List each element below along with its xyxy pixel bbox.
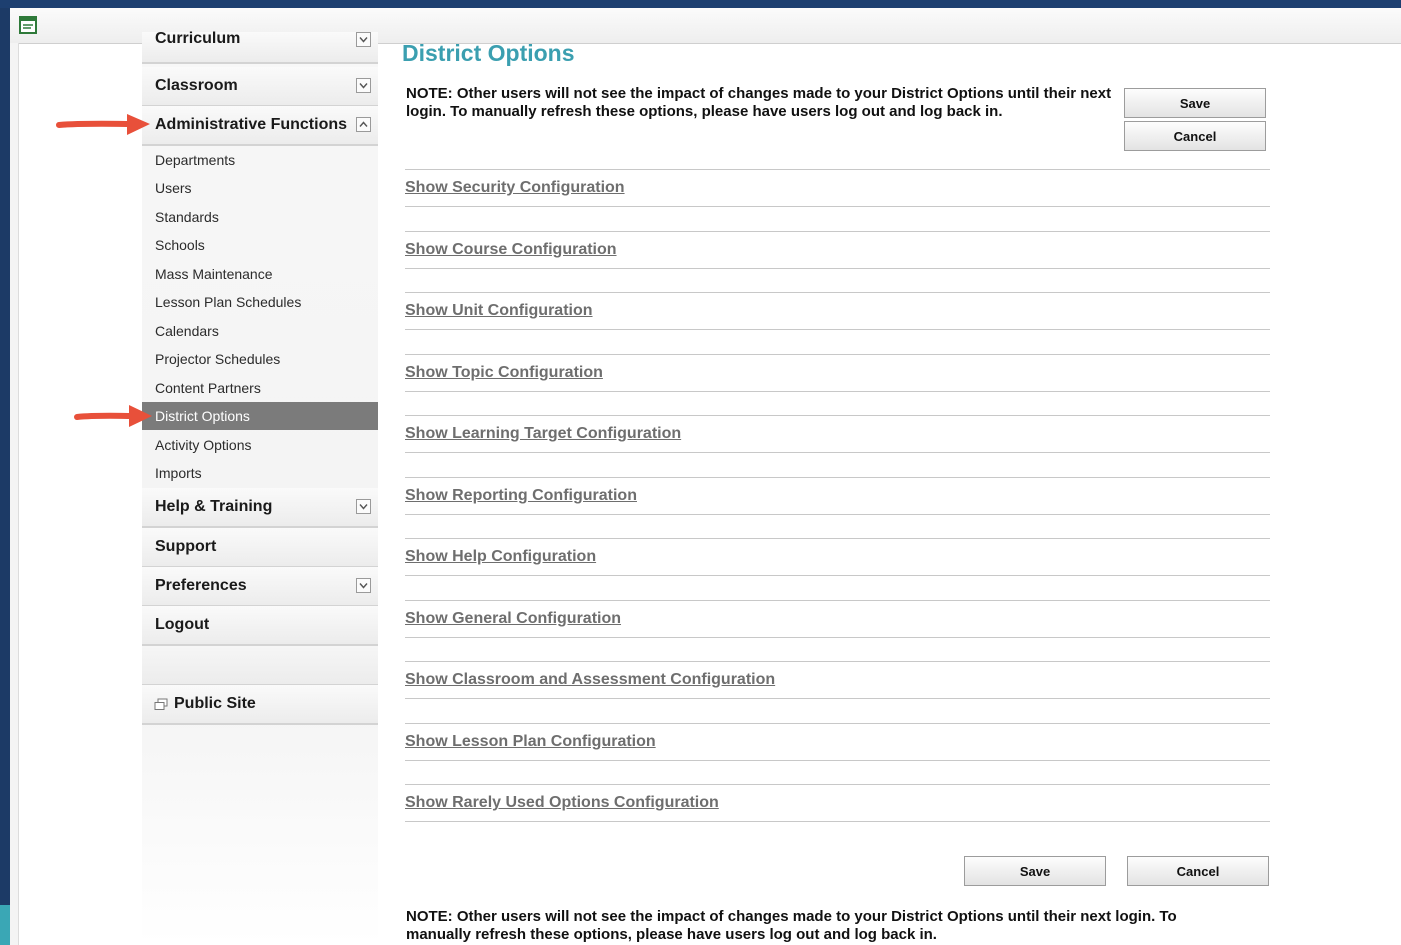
arrow-annotation-icon: [74, 405, 152, 427]
section-lesson-plan: Show Lesson Plan Configuration: [405, 723, 1270, 761]
sidebar-item-label: Public Site: [174, 695, 256, 712]
sidebar-item-label: Preferences: [155, 577, 247, 594]
external-window-icon: [154, 698, 168, 710]
sidebar-item-label: Support: [155, 538, 217, 555]
sidebar-item-logout[interactable]: Logout: [142, 606, 378, 646]
section-topic: Show Topic Configuration: [405, 354, 1270, 392]
sidebar-subitem-projector-schedules[interactable]: Projector Schedules: [142, 345, 378, 373]
chevron-down-icon[interactable]: [356, 78, 371, 93]
section-security: Show Security Configuration: [405, 169, 1270, 207]
app-window-icon: [19, 16, 37, 34]
left-frame-edge: [10, 43, 19, 945]
sidebar-subitem-content-partners[interactable]: Content Partners: [142, 374, 378, 402]
sidebar-subitem-departments[interactable]: Departments: [142, 146, 378, 174]
save-button[interactable]: Save: [1124, 88, 1266, 118]
sidebar-subitem-district-options[interactable]: District Options: [142, 402, 378, 430]
sidebar-subitem-activity-options[interactable]: Activity Options: [142, 431, 378, 459]
sidebar-item-label: Logout: [155, 616, 210, 633]
show-general-link[interactable]: Show General Configuration: [405, 610, 621, 628]
page-title: District Options: [402, 40, 575, 66]
save-button-bottom[interactable]: Save: [964, 856, 1106, 886]
section-general: Show General Configuration: [405, 600, 1270, 638]
cancel-button-bottom[interactable]: Cancel: [1127, 856, 1269, 886]
section-reporting: Show Reporting Configuration: [405, 477, 1270, 515]
arrow-annotation-icon: [56, 114, 150, 135]
chevron-down-icon[interactable]: [356, 32, 371, 47]
sidebar-subitem-imports[interactable]: Imports: [142, 459, 378, 487]
sidebar: Curriculum Classroom Administrative Func…: [142, 30, 378, 945]
sidebar-subitem-label: Lesson Plan Schedules: [155, 294, 302, 310]
sidebar-subitem-label: Calendars: [155, 323, 219, 339]
desktop-band: [0, 0, 1401, 8]
note-top: NOTE: Other users will not see the impac…: [406, 85, 1112, 120]
show-reporting-link[interactable]: Show Reporting Configuration: [405, 487, 637, 505]
sidebar-subitem-users[interactable]: Users: [142, 174, 378, 202]
sidebar-subitem-schools[interactable]: Schools: [142, 231, 378, 259]
sidebar-item-label: Administrative Functions: [155, 116, 348, 133]
section-help: Show Help Configuration: [405, 538, 1270, 576]
sidebar-item-label: Classroom: [155, 77, 238, 94]
show-security-link[interactable]: Show Security Configuration: [405, 179, 625, 197]
sidebar-subitem-label: Projector Schedules: [155, 351, 281, 367]
sidebar-subitem-label: Activity Options: [155, 437, 252, 453]
sidebar-subitem-label: Content Partners: [155, 380, 261, 396]
sidebar-spacer: [142, 646, 378, 686]
section-learning-target: Show Learning Target Configuration: [405, 415, 1270, 453]
section-classroom-assessment: Show Classroom and Assessment Configurat…: [405, 661, 1270, 699]
sidebar-subitem-mass-maintenance[interactable]: Mass Maintenance: [142, 260, 378, 288]
chevron-down-icon[interactable]: [356, 499, 371, 514]
chevron-down-icon[interactable]: [356, 578, 371, 593]
sidebar-item-classroom[interactable]: Classroom: [142, 67, 378, 107]
sidebar-item-curriculum[interactable]: Curriculum: [142, 30, 378, 64]
sidebar-item-label: Curriculum: [155, 30, 241, 47]
sidebar-subitem-label: District Options: [155, 408, 250, 424]
sidebar-subitem-label: Users: [155, 180, 192, 196]
sidebar-subitem-lesson-plan-schedules[interactable]: Lesson Plan Schedules: [142, 288, 378, 316]
show-learning-target-link[interactable]: Show Learning Target Configuration: [405, 425, 681, 443]
sidebar-subitem-standards[interactable]: Standards: [142, 203, 378, 231]
sidebar-subitem-label: Standards: [155, 209, 219, 225]
show-classroom-assessment-link[interactable]: Show Classroom and Assessment Configurat…: [405, 671, 775, 689]
show-unit-link[interactable]: Show Unit Configuration: [405, 302, 593, 320]
sidebar-subitem-label: Schools: [155, 237, 205, 253]
sidebar-item-label: Help & Training: [155, 498, 273, 515]
note-bottom: NOTE: Other users will not see the impac…: [406, 908, 1177, 943]
sidebar-item-help-training[interactable]: Help & Training: [142, 488, 378, 528]
sidebar-item-preferences[interactable]: Preferences: [142, 567, 378, 607]
sidebar-item-support[interactable]: Support: [142, 528, 378, 568]
show-help-link[interactable]: Show Help Configuration: [405, 548, 596, 566]
chevron-up-icon[interactable]: [356, 117, 371, 132]
desktop-accent: [0, 905, 10, 945]
show-topic-link[interactable]: Show Topic Configuration: [405, 364, 603, 382]
sidebar-subitem-calendars[interactable]: Calendars: [142, 317, 378, 345]
sidebar-subitem-label: Mass Maintenance: [155, 266, 273, 282]
sidebar-subitem-label: Imports: [155, 465, 202, 481]
show-course-link[interactable]: Show Course Configuration: [405, 241, 617, 259]
sidebar-item-administrative-functions[interactable]: Administrative Functions: [142, 106, 378, 146]
section-course: Show Course Configuration: [405, 231, 1270, 269]
sidebar-item-public-site[interactable]: Public Site: [142, 685, 378, 725]
show-rarely-used-link[interactable]: Show Rarely Used Options Configuration: [405, 794, 719, 812]
section-rarely-used: Show Rarely Used Options Configuration: [405, 784, 1270, 822]
sidebar-subitem-label: Departments: [155, 152, 236, 168]
show-lesson-plan-link[interactable]: Show Lesson Plan Configuration: [405, 733, 656, 751]
cancel-button[interactable]: Cancel: [1124, 121, 1266, 151]
section-unit: Show Unit Configuration: [405, 292, 1270, 330]
